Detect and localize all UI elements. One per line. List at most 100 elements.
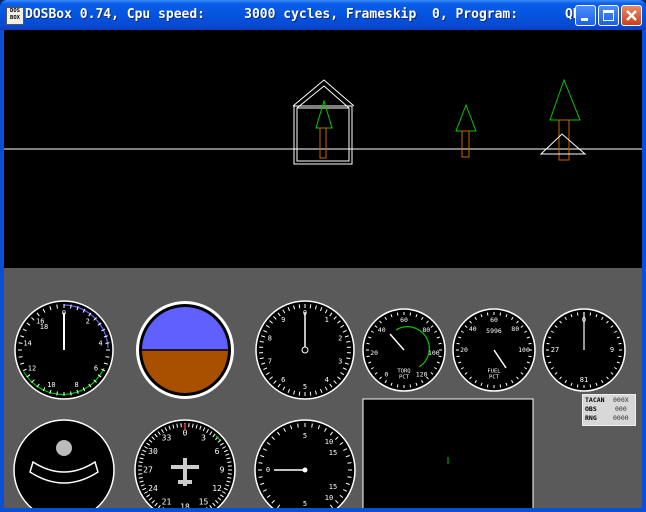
fuel-tick xyxy=(456,342,460,345)
altimeter-tick-label: 3 xyxy=(338,357,342,365)
window-frame-bottom[interactable] xyxy=(0,508,646,512)
heading-tick xyxy=(576,312,579,316)
torque-gauge: 020406080100120TORQPCT xyxy=(362,308,446,392)
fuel-tick-label: 20 xyxy=(460,346,468,354)
dosbox-window: DOS BOX DOSBox 0.74, Cpu speed: 3000 cyc… xyxy=(0,0,646,512)
altimeter-hub xyxy=(301,346,309,354)
fuel-tick-label: 80 xyxy=(511,325,519,333)
title-bar[interactable]: DOS BOX DOSBox 0.74, Cpu speed: 3000 cyc… xyxy=(0,0,646,30)
altimeter-tick xyxy=(309,304,312,309)
vsi-tick xyxy=(297,423,299,428)
obs-label: OBS xyxy=(585,405,597,413)
house xyxy=(292,79,355,165)
vsi-tick xyxy=(347,476,352,478)
clock-tick-label: 14 xyxy=(23,340,31,348)
turn-coordinator xyxy=(13,419,115,508)
clock-tick-label: 8 xyxy=(75,381,79,389)
minimize-icon xyxy=(581,18,588,21)
window-frame-right[interactable] xyxy=(642,30,646,512)
torque-tick xyxy=(409,312,412,316)
heading-tick-label: 81 xyxy=(580,376,588,384)
heading-tick xyxy=(618,342,622,345)
torque-tick-label: 100 xyxy=(428,349,440,357)
close-icon xyxy=(626,10,637,21)
vsi-tick xyxy=(311,423,313,428)
fuel-tick-label: 100 xyxy=(518,346,530,354)
app-icon-text-bottom: BOX xyxy=(10,15,20,21)
fuel-tick xyxy=(456,355,460,358)
clock-gauge: 024681012141618 xyxy=(14,300,114,400)
vsi-tick-label: 10 xyxy=(325,438,333,446)
fuel-tick-label: 60 xyxy=(490,316,498,324)
altimeter-tick-label: 9 xyxy=(281,316,285,324)
altimeter-gauge: 0123456789 xyxy=(255,300,355,400)
compass-tick-label: 24 xyxy=(148,484,158,493)
fuel-tick xyxy=(499,384,502,388)
obs-value[interactable]: 000 xyxy=(615,405,627,414)
altimeter-tick xyxy=(298,391,301,396)
tacan-box: TACAN 000X OBS 000 RNG 0000 xyxy=(582,394,636,426)
maximize-button[interactable] xyxy=(598,5,619,26)
torque-tick-label: 20 xyxy=(370,349,378,357)
vsi-tick-label: 5 xyxy=(303,500,307,508)
maximize-icon xyxy=(603,10,614,21)
compass-tick-label: 33 xyxy=(162,433,172,442)
compass-tick xyxy=(227,476,232,479)
clock-tick-label: 12 xyxy=(28,365,36,373)
clock-tick xyxy=(70,304,72,309)
clock-tick xyxy=(56,304,58,309)
minimize-button[interactable] xyxy=(575,5,596,26)
fuel-tick-label: 40 xyxy=(469,325,477,333)
altimeter-tick-label: 6 xyxy=(281,376,285,384)
altimeter-tick-label: 8 xyxy=(268,335,272,343)
radar-display xyxy=(362,398,534,508)
compass-tick-label: 30 xyxy=(148,447,158,456)
vsi-tick xyxy=(347,462,352,464)
altimeter-tick-label: 2 xyxy=(338,335,342,343)
rng-label: RNG xyxy=(585,414,597,422)
compass-tick-label: 3 xyxy=(201,433,206,442)
instrument-panel: 0246810121416180123456789020406080100120… xyxy=(4,268,642,508)
heading-tick xyxy=(589,312,592,316)
compass-tick xyxy=(191,423,194,428)
tacan-value[interactable]: 000X xyxy=(613,396,629,405)
vsi-tick-label: 0 xyxy=(266,466,270,474)
heading-gauge: 027981 xyxy=(542,308,626,392)
heading-tick xyxy=(576,384,579,388)
clock-tick-label: 6 xyxy=(94,365,98,373)
clock-tick xyxy=(56,391,58,396)
fuel-tick xyxy=(528,342,532,345)
compass-tick-label: 27 xyxy=(143,466,153,475)
compass-tick xyxy=(227,461,232,464)
compass-tick-label: 6 xyxy=(215,447,220,456)
heading-tick-label: 9 xyxy=(610,346,614,354)
torque-tick xyxy=(366,342,370,345)
compass-tick xyxy=(176,423,179,428)
close-button[interactable] xyxy=(621,5,642,26)
vsi-tick-label: 5 xyxy=(303,432,307,440)
clock-tick-label: 10 xyxy=(47,381,55,389)
torque-tick xyxy=(409,384,412,388)
compass-tick-label: 15 xyxy=(199,498,209,507)
outside-view xyxy=(4,78,642,165)
torque-label-bottom: PCT xyxy=(399,375,410,381)
altimeter-tick xyxy=(309,391,312,396)
turn-coordinator-face xyxy=(13,419,115,508)
torque-tick-label: 80 xyxy=(422,326,430,334)
heading-tick xyxy=(546,342,550,345)
vsi-tick-label: 10 xyxy=(325,494,333,502)
fuel-readout: 5996 xyxy=(486,327,502,335)
rng-value[interactable]: 0000 xyxy=(613,414,629,423)
clock-tick xyxy=(18,342,23,344)
clock-tick-label: 18 xyxy=(40,323,48,331)
clock-tick xyxy=(105,342,110,344)
fuel-tick xyxy=(528,355,532,358)
torque-tick-label: 60 xyxy=(400,316,408,324)
torque-tick-label: 40 xyxy=(378,326,386,334)
attitude-indicator xyxy=(136,301,234,399)
dos-screen[interactable]: 0246810121416180123456789020406080100120… xyxy=(4,30,642,508)
compass-gauge: 03691215182124273033 xyxy=(134,419,236,508)
clock-tick xyxy=(18,356,23,358)
compass-tick-label: 21 xyxy=(162,498,172,507)
dosbox-app-icon[interactable]: DOS BOX xyxy=(6,7,24,25)
